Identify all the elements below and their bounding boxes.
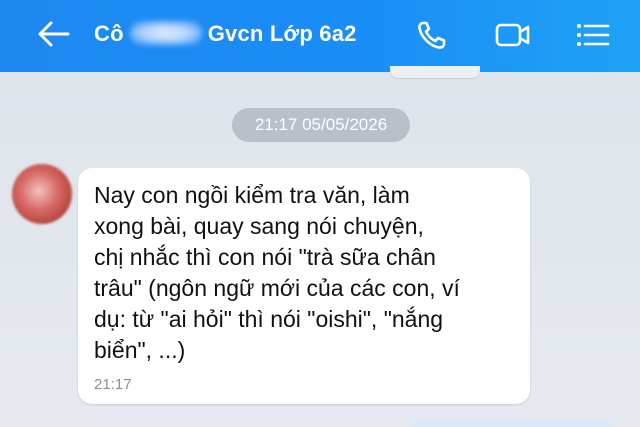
chat-header: Cô Gvcn Lớp 6a2 — [0, 0, 640, 72]
chat-title[interactable]: Cô Gvcn Lớp 6a2 — [94, 16, 357, 52]
avatar[interactable] — [12, 164, 72, 224]
message-bubble[interactable]: Nay con ngồi kiểm tra văn, làm xong bài,… — [78, 168, 530, 404]
video-call-icon[interactable] — [494, 17, 532, 53]
previous-message-edge — [390, 66, 480, 78]
back-arrow-icon[interactable] — [34, 16, 74, 52]
message-line: xong bài, quay sang nói chuyện, — [94, 213, 424, 239]
message-line: Nay con ngồi kiểm tra văn, làm — [94, 182, 410, 208]
message-line: trâu" (ngôn ngữ mới của các con, ví — [94, 275, 460, 301]
date-separator: 21:17 05/05/2026 — [232, 108, 410, 142]
chat-title-prefix: Cô — [94, 21, 124, 46]
menu-list-icon[interactable] — [574, 17, 612, 53]
message-line: dụ: từ "ai hỏi" thì nói "oishi", "nắng — [94, 306, 444, 332]
redacted-name-blur — [129, 21, 202, 45]
message-time: 21:17 — [94, 376, 132, 393]
phone-icon[interactable] — [414, 17, 452, 53]
message-line: chị nhắc thì con nói "trà sữa chân — [94, 244, 436, 270]
message-text: Nay con ngồi kiểm tra văn, làm xong bài,… — [94, 180, 514, 366]
chat-screen: Cô Gvcn Lớp 6a2 21:17 05/05/2026 Nay con… — [0, 0, 640, 427]
next-message-edge — [412, 420, 612, 427]
message-line: biển", ...) — [94, 337, 186, 363]
chat-title-suffix: Gvcn Lớp 6a2 — [207, 21, 357, 46]
